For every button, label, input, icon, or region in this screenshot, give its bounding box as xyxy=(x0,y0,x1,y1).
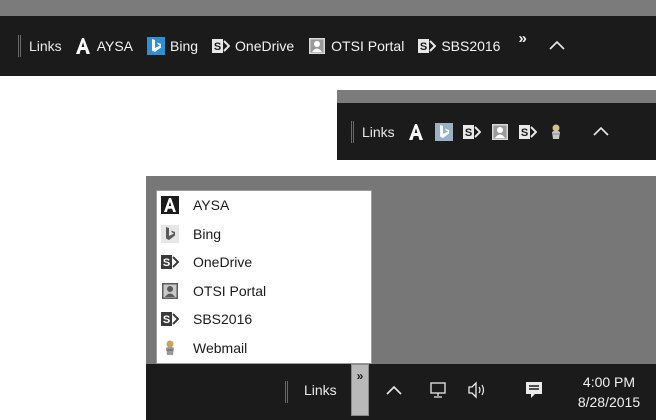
links-toolbar-label: Links xyxy=(29,38,62,54)
menu-item-bing[interactable]: Bing xyxy=(157,220,371,249)
webmail-icon xyxy=(547,123,565,141)
menu-item-label: AYSA xyxy=(193,197,230,214)
link-webmail[interactable] xyxy=(547,123,565,141)
bing-icon xyxy=(434,122,453,141)
taskbar: Links » 4:00 PM 8/28/2015 xyxy=(146,364,656,420)
aysa-icon xyxy=(407,123,425,141)
links-toolbar-label: Links xyxy=(304,382,337,398)
link-otsi-portal[interactable]: OTSI Portal xyxy=(308,37,404,55)
links-toolbar-condensed: Links S S xyxy=(337,103,656,160)
clock-date: 8/28/2015 xyxy=(577,394,641,410)
taskbar-with-overflow-menu: AYSA Bing S OneDrive OTSI Portal S SBS20… xyxy=(146,176,656,420)
desktop-strip xyxy=(337,90,656,103)
svg-text:S: S xyxy=(163,314,170,326)
menu-item-label: SBS2016 xyxy=(193,311,253,328)
menu-item-label: Webmail xyxy=(193,339,248,356)
link-sbs2016[interactable]: S xyxy=(518,123,537,141)
svg-text:S: S xyxy=(163,257,170,269)
taskbar-full: Links AYSA Bing S OneDrive OTSI Portal S… xyxy=(0,0,656,76)
sharepoint-icon: S xyxy=(161,253,179,271)
menu-item-webmail[interactable]: Webmail xyxy=(157,334,371,363)
volume-icon[interactable] xyxy=(466,380,488,403)
portal-icon xyxy=(308,37,326,55)
menu-item-aysa[interactable]: AYSA xyxy=(157,191,371,220)
show-hidden-icons-button[interactable] xyxy=(593,123,609,141)
show-hidden-icons-button[interactable] xyxy=(549,37,565,55)
screenshot: Links AYSA Bing S OneDrive OTSI Portal S… xyxy=(0,0,656,420)
taskbar-condensed: Links S S xyxy=(337,90,656,160)
link-label: Bing xyxy=(170,38,199,54)
menu-item-label: OneDrive xyxy=(193,254,253,271)
toolbar-grip[interactable] xyxy=(285,381,288,403)
link-onedrive[interactable]: S xyxy=(462,123,481,141)
links-overflow-menu: AYSA Bing S OneDrive OTSI Portal S SBS20… xyxy=(156,190,372,364)
overflow-chevron-button[interactable]: » xyxy=(518,30,526,47)
menu-item-otsi-portal[interactable]: OTSI Portal xyxy=(157,277,371,306)
svg-text:S: S xyxy=(420,41,427,53)
link-onedrive[interactable]: S OneDrive xyxy=(212,37,294,55)
bing-icon xyxy=(147,37,165,55)
link-bing[interactable]: Bing xyxy=(147,37,198,55)
sharepoint-icon: S xyxy=(418,37,437,55)
svg-text:S: S xyxy=(521,127,528,139)
sharepoint-icon: S xyxy=(518,123,537,141)
webmail-icon xyxy=(161,339,179,357)
links-toolbar-label: Links xyxy=(362,123,395,140)
show-hidden-icons-button[interactable] xyxy=(386,382,402,400)
overflow-chevron-button[interactable]: » xyxy=(351,364,369,416)
sharepoint-icon: S xyxy=(161,310,179,328)
link-label: OTSI Portal xyxy=(331,38,405,54)
link-aysa[interactable]: AYSA xyxy=(74,37,133,55)
system-clock[interactable]: 4:00 PM 8/28/2015 xyxy=(564,372,654,412)
link-aysa[interactable] xyxy=(407,123,425,141)
svg-text:S: S xyxy=(465,127,472,139)
menu-item-onedrive[interactable]: S OneDrive xyxy=(157,248,371,277)
network-icon[interactable] xyxy=(428,380,448,403)
portal-icon xyxy=(161,282,179,300)
link-bing[interactable] xyxy=(434,122,453,141)
action-center-icon[interactable] xyxy=(524,380,544,403)
aysa-icon xyxy=(74,37,92,55)
toolbar-grip[interactable] xyxy=(351,120,354,143)
link-sbs2016[interactable]: S SBS2016 xyxy=(418,37,500,55)
menu-item-sbs2016[interactable]: S SBS2016 xyxy=(157,305,371,334)
toolbar-grip[interactable] xyxy=(18,35,21,57)
menu-item-label: Bing xyxy=(193,225,222,242)
bing-icon xyxy=(161,224,179,243)
clock-time: 4:00 PM xyxy=(582,374,636,390)
sharepoint-icon: S xyxy=(212,37,231,55)
link-label: AYSA xyxy=(96,38,133,54)
portal-icon xyxy=(491,123,509,141)
link-label: OneDrive xyxy=(235,38,295,54)
links-toolbar-full: Links AYSA Bing S OneDrive OTSI Portal S… xyxy=(0,16,656,76)
menu-item-label: OTSI Portal xyxy=(193,282,267,299)
desktop-strip xyxy=(0,0,656,16)
aysa-icon xyxy=(161,196,179,215)
svg-text:S: S xyxy=(214,41,221,53)
link-label: SBS2016 xyxy=(441,38,501,54)
link-otsi-portal[interactable] xyxy=(491,123,509,141)
sharepoint-icon: S xyxy=(462,123,481,141)
